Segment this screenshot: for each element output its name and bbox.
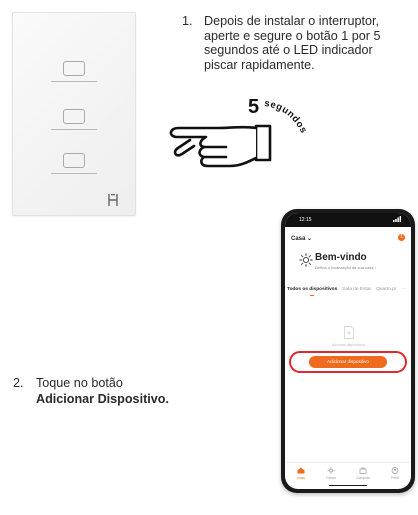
shopping-bag-icon — [359, 467, 367, 474]
tabbar-shop[interactable]: Compras — [351, 467, 375, 480]
status-bar: 12:15 — [285, 213, 411, 227]
home-icon — [297, 467, 305, 474]
signal-icon — [393, 216, 401, 222]
empty-state-text: Adicione dispositivos... — [331, 343, 369, 347]
tabbar-label: Cenas — [326, 476, 336, 480]
status-time: 12:15 — [299, 217, 312, 223]
timer-indicator: 5 segundos — [248, 96, 310, 135]
smart-switch-panel — [12, 12, 136, 216]
instruction-line: Depois de instalar o interruptor, — [204, 14, 380, 28]
phone-mockup: 12:15 Casa ⌄ 1 Bem-vindo Defina a locali… — [281, 209, 415, 493]
step-number: 1. — [182, 14, 193, 28]
tabbar-profile[interactable]: Perfil — [383, 467, 407, 480]
touch-button-1 — [63, 61, 85, 76]
tabbar-home[interactable]: Início — [289, 467, 313, 480]
scene-icon — [327, 467, 335, 474]
notification-badge[interactable]: 1 — [398, 234, 405, 241]
tabbar-label: Início — [296, 476, 306, 480]
instruction-line: aperte e segure o botão 1 por 5 — [204, 28, 381, 43]
panel-divider — [51, 81, 97, 82]
app-screen: 12:15 Casa ⌄ 1 Bem-vindo Defina a locali… — [285, 213, 411, 489]
home-indicator — [329, 484, 367, 486]
instruction-step-2: 2. Toque no botão Adicionar Dispositivo. — [13, 375, 196, 407]
room-tabs: Todos os dispositivos Sala de Estar Quarto… — [287, 287, 411, 292]
tab-living-room[interactable]: Sala de Estar — [342, 287, 371, 292]
touch-button-2 — [63, 109, 85, 124]
tabbar-scenes[interactable]: Cenas — [319, 467, 343, 480]
tab-bedroom[interactable]: Quarto pr — [376, 287, 396, 292]
instruction-line: piscar rapidamente. — [204, 57, 315, 72]
tab-all-devices[interactable]: Todos os dispositivos — [287, 287, 337, 292]
brand-logo — [108, 194, 118, 206]
empty-device-icon — [344, 326, 354, 339]
home-selector[interactable]: Casa ⌄ — [291, 235, 312, 242]
add-device-button[interactable]: Adicionar dispositivo — [309, 356, 387, 368]
instruction-text: Toque no botão — [36, 376, 123, 390]
welcome-title: Bem-vindo — [315, 252, 367, 263]
step-number: 2. — [13, 376, 24, 390]
instruction-line: segundos até o LED indicador — [204, 43, 373, 57]
instruction-button-name: Adicionar Dispositivo. — [36, 392, 169, 406]
profile-icon — [391, 467, 399, 474]
more-tabs-icon[interactable]: ··· — [401, 287, 406, 292]
timer-value: 5 — [248, 96, 259, 118]
tabbar-label: Compras — [356, 476, 370, 480]
tabbar-label: Perfil — [391, 476, 399, 480]
bottom-tab-bar: Início Cenas Compras Perfil — [285, 462, 411, 489]
sun-icon — [299, 253, 313, 267]
instruction-step-1: 1. Depois de instalar o interruptor, ape… — [182, 14, 404, 72]
timer-unit: segundos — [264, 98, 309, 135]
svg-text:segundos: segundos — [264, 98, 310, 135]
panel-divider — [51, 129, 97, 130]
touch-button-3 — [63, 153, 85, 168]
set-location-link[interactable]: Defina a localização da sua casa › — [315, 265, 376, 270]
active-tab-indicator — [310, 295, 314, 297]
panel-divider — [51, 173, 97, 174]
